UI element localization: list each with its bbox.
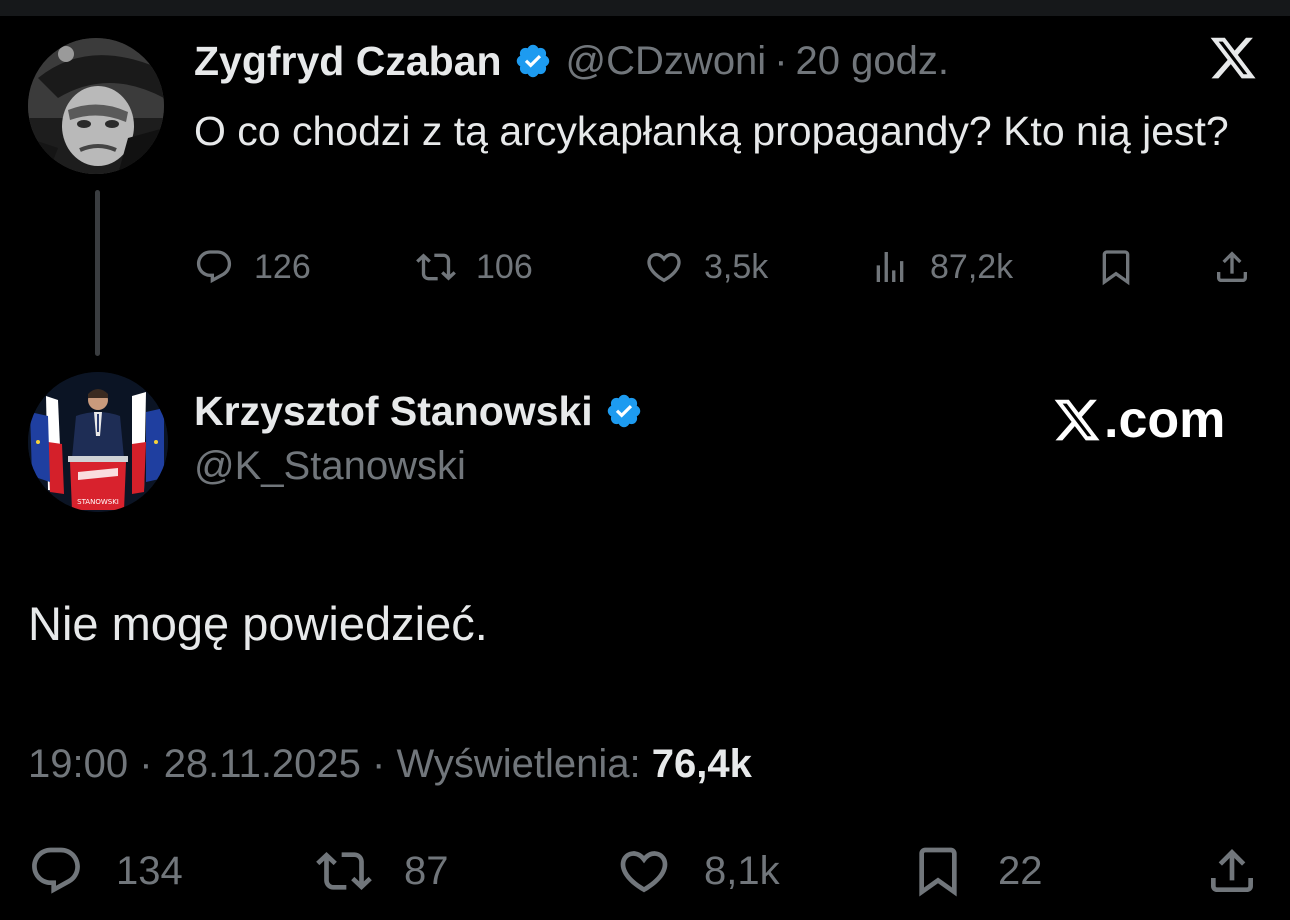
views-button[interactable]: 87,2k	[870, 244, 1013, 290]
avatar-image	[28, 38, 164, 174]
author-handle[interactable]: @K_Stanowski	[194, 444, 466, 489]
thread-connector-line	[95, 190, 100, 356]
repost-count: 106	[476, 247, 533, 286]
reply-count: 126	[254, 247, 311, 286]
reply-icon	[196, 250, 232, 284]
views-count: 87,2k	[930, 247, 1014, 286]
bookmark-count: 22	[998, 848, 1043, 893]
views-count: 76,4k	[651, 742, 752, 786]
views-label: Wyświetlenia:	[396, 742, 641, 786]
main-tweet-text: Nie mogę powiedzieć.	[28, 597, 488, 650]
reply-icon	[32, 847, 80, 894]
bookmark-icon	[1102, 250, 1130, 286]
repost-button[interactable]: 106	[416, 244, 533, 290]
verified-badge-icon	[516, 44, 549, 78]
avatar-zygfryd-czaban[interactable]	[28, 38, 164, 174]
parent-tweet-text: O co chodzi z tą arcykapłanką propagandy…	[194, 108, 1229, 154]
repost-count: 87	[404, 848, 449, 893]
separator-dot: ·	[139, 742, 153, 786]
podium-text: STANOWSKI	[77, 498, 119, 506]
reply-button[interactable]: 134	[28, 843, 183, 899]
bookmark-button[interactable]: 22	[910, 843, 1043, 899]
repost-icon	[316, 852, 372, 890]
share-icon	[1211, 849, 1253, 892]
reply-button[interactable]: 126	[194, 244, 311, 290]
author-name[interactable]: Krzysztof Stanowski	[194, 388, 593, 435]
tweet-time[interactable]: 19:00	[28, 742, 128, 786]
top-bar	[0, 0, 1290, 16]
like-count: 3,5k	[704, 247, 769, 286]
parent-tweet-header: Zygfryd Czaban @CDzwoni · 20 godz.	[194, 36, 949, 86]
share-button[interactable]	[1212, 244, 1252, 290]
author-name[interactable]: Zygfryd Czaban	[194, 38, 502, 85]
bookmark-button[interactable]	[1096, 244, 1136, 290]
avatar-krzysztof-stanowski[interactable]: STANOWSKI	[28, 372, 168, 512]
author-handle[interactable]: @CDzwoni	[566, 39, 767, 84]
tweet-timestamp[interactable]: 20 godz.	[796, 39, 949, 84]
like-count: 8,1k	[704, 848, 780, 893]
parent-tweet-actions: 126 106 3,5k 87,2k	[194, 244, 1258, 290]
main-tweet-actions: 134 87 8,1k 22	[28, 843, 1260, 899]
repost-button[interactable]: 87	[316, 843, 449, 899]
bookmark-icon	[919, 847, 957, 897]
share-button[interactable]	[1204, 843, 1260, 899]
main-tweet-author: Krzysztof Stanowski	[194, 386, 643, 436]
separator-dot: ·	[774, 38, 788, 83]
brand-domain: .com	[1104, 391, 1226, 449]
like-button[interactable]: 8,1k	[616, 843, 780, 899]
avatar-image: STANOWSKI	[28, 372, 168, 512]
views-icon	[876, 252, 904, 282]
separator-dot: ·	[372, 742, 386, 786]
like-icon	[647, 252, 681, 283]
share-icon	[1217, 251, 1247, 282]
x-com-branding: .com	[1052, 390, 1225, 450]
tweet-metadata: 19:00 · 28.11.2025 · Wyświetlenia: 76,4k	[28, 742, 752, 787]
reply-count: 134	[116, 848, 183, 893]
x-logo-icon	[1054, 399, 1100, 441]
verified-badge-icon	[607, 394, 640, 428]
x-logo-icon[interactable]	[1208, 33, 1258, 83]
tweet-date[interactable]: 28.11.2025	[164, 742, 361, 786]
like-icon	[620, 851, 668, 893]
repost-icon	[416, 253, 456, 281]
like-button[interactable]: 3,5k	[644, 244, 768, 290]
